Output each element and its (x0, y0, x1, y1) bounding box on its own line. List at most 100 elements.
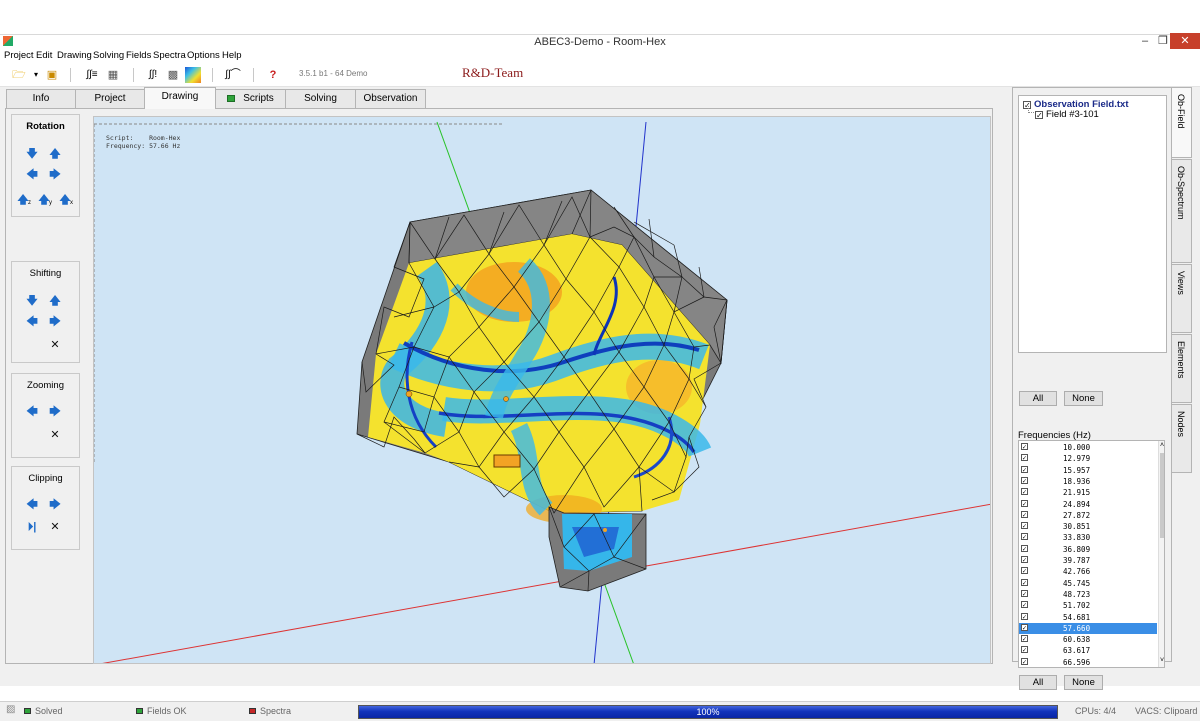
frequency-checkbox[interactable]: ✓ (1021, 533, 1028, 541)
frequency-checkbox[interactable]: ✓ (1021, 556, 1028, 564)
tab-observation[interactable]: Observation (355, 89, 426, 108)
frequency-row[interactable]: ✓ 42.766 (1019, 566, 1157, 577)
side-tab-elements[interactable]: Elements (1172, 334, 1192, 403)
field-checkbox[interactable]: ✓ (1035, 111, 1043, 120)
frequency-row[interactable]: ✓ 54.681 (1019, 612, 1157, 623)
help-icon[interactable]: ? (265, 67, 281, 83)
frequency-row[interactable]: ✓ 18.936 (1019, 476, 1157, 487)
frequency-checkbox[interactable]: ✓ (1021, 465, 1028, 473)
rotate-z-label: z (28, 200, 31, 206)
scroll-thumb[interactable] (1160, 453, 1164, 538)
menu-edit[interactable]: Edit (36, 49, 52, 63)
zoom-reset-button[interactable]: ✕ (48, 428, 62, 442)
menu-project[interactable]: Project (4, 49, 34, 63)
frequency-row[interactable]: ✓ 36.809 (1019, 544, 1157, 555)
shift-up-button[interactable]: 🡅 (48, 294, 62, 308)
frequency-checkbox[interactable]: ✓ (1021, 635, 1028, 643)
frequency-scrollbar[interactable]: ˄ ˅ (1158, 441, 1164, 667)
clip-forward-button[interactable]: 🡆 (48, 498, 62, 512)
zoom-out-button[interactable]: 🡄 (25, 405, 39, 419)
side-tab-ob-field[interactable]: Ob-Field (1172, 87, 1192, 158)
frequency-row[interactable]: ✓ 51.702 (1019, 600, 1157, 611)
integral-run-icon[interactable]: ∫∫! (145, 67, 161, 83)
frequency-checkbox[interactable]: ✓ (1021, 476, 1028, 484)
menu-spectra[interactable]: Spectra (153, 49, 186, 63)
menu-drawing[interactable]: Drawing (57, 49, 92, 63)
clip-end-button[interactable]: ⏵| (25, 520, 39, 534)
menu-fields[interactable]: Fields (126, 49, 151, 63)
frequency-checkbox[interactable]: ✓ (1021, 510, 1028, 518)
menu-help[interactable]: Help (222, 49, 242, 63)
frequency-checkbox[interactable]: ✓ (1021, 646, 1028, 654)
tab-scripts[interactable]: Scripts (215, 89, 286, 108)
frequency-row[interactable]: ✓ 45.745 (1019, 578, 1157, 589)
frequency-all-button[interactable]: All (1019, 675, 1057, 690)
frequency-row[interactable]: ✓ 21.915 (1019, 487, 1157, 498)
frequency-row[interactable]: ✓ 57.660 (1019, 622, 1157, 635)
tab-drawing[interactable]: Drawing (144, 87, 216, 109)
shift-right-button[interactable]: 🡆 (48, 315, 62, 329)
shift-left-button[interactable]: 🡄 (25, 315, 39, 329)
side-tab-views[interactable]: Views (1172, 264, 1192, 333)
tab-info[interactable]: Info (6, 89, 76, 108)
dropdown-arrow-icon[interactable]: ▾ (28, 67, 44, 83)
tab-solving[interactable]: Solving (285, 89, 356, 108)
open-folder-icon[interactable]: 🗁 (11, 67, 27, 83)
rotate-down-button[interactable]: 🡇 (25, 147, 39, 161)
frequency-checkbox[interactable]: ✓ (1021, 589, 1028, 597)
integral-list-icon[interactable]: ∫∫≡ (84, 67, 100, 83)
shift-reset-button[interactable]: ✕ (48, 338, 62, 352)
close-button[interactable]: ✕ (1170, 33, 1200, 49)
frequency-checkbox[interactable]: ✓ (1021, 623, 1028, 631)
frequency-row[interactable]: ✓ 39.787 (1019, 555, 1157, 566)
observation-none-button[interactable]: None (1064, 391, 1103, 406)
tab-project[interactable]: Project (75, 89, 145, 108)
shift-down-button[interactable]: 🡇 (25, 294, 39, 308)
frequency-row[interactable]: ✓ 15.957 (1019, 465, 1157, 476)
frequency-checkbox[interactable]: ✓ (1021, 522, 1028, 530)
side-tab-ob-spectrum[interactable]: Ob-Spectrum (1172, 159, 1192, 263)
frequency-row[interactable]: ✓ 63.617 (1019, 645, 1157, 656)
rotate-left-button[interactable]: 🡄 (25, 168, 39, 182)
field-mesh-icon[interactable]: ▩ (165, 67, 181, 83)
save-icon[interactable]: ▣ (44, 67, 60, 83)
clip-reset-button[interactable]: ✕ (48, 520, 62, 534)
frequency-row[interactable]: ✓ 66.596 (1019, 657, 1157, 667)
frequency-row[interactable]: ✓ 10.000 (1019, 442, 1157, 453)
zoom-in-button[interactable]: 🡆 (48, 405, 62, 419)
3d-viewport[interactable]: Script: Room-Hex Frequency: 57.66 Hz (93, 116, 991, 664)
frequency-checkbox[interactable]: ✓ (1021, 454, 1028, 462)
frequency-row[interactable]: ✓ 30.851 (1019, 521, 1157, 532)
observation-all-button[interactable]: All (1019, 391, 1057, 406)
frequency-row[interactable]: ✓ 33.830 (1019, 532, 1157, 543)
colormap-icon[interactable] (185, 67, 201, 83)
rotate-up-button[interactable]: 🡅 (48, 147, 62, 161)
frequency-checkbox[interactable]: ✓ (1021, 499, 1028, 507)
menu-solving[interactable]: Solving (93, 49, 124, 63)
frequency-row[interactable]: ✓ 24.894 (1019, 499, 1157, 510)
integral-spectrum-icon[interactable]: ∫∫⌒ (225, 67, 241, 83)
tab-drawing-label: Drawing (161, 91, 199, 102)
frequency-row[interactable]: ✓ 48.723 (1019, 589, 1157, 600)
frequency-row[interactable]: ✓ 60.638 (1019, 634, 1157, 645)
rotate-right-button[interactable]: 🡆 (48, 168, 62, 182)
frequency-checkbox[interactable]: ✓ (1021, 488, 1028, 496)
scroll-up-icon[interactable]: ˄ (1160, 442, 1164, 450)
frequency-list[interactable]: ✓ 10.000 ✓ 12.979 ✓ 15.957 ✓ 18.936 ✓ 21.915 ✓ 24.8… (1018, 440, 1165, 668)
frequency-row[interactable]: ✓ 12.979 (1019, 453, 1157, 464)
frequency-none-button[interactable]: None (1064, 675, 1103, 690)
frequency-checkbox[interactable]: ✓ (1021, 567, 1028, 575)
frequency-checkbox[interactable]: ✓ (1021, 443, 1028, 451)
frequency-checkbox[interactable]: ✓ (1021, 657, 1028, 665)
frequency-checkbox[interactable]: ✓ (1021, 612, 1028, 620)
frequency-checkbox[interactable]: ✓ (1021, 544, 1028, 552)
clip-back-button[interactable]: 🡄 (25, 498, 39, 512)
frequency-checkbox[interactable]: ✓ (1021, 578, 1028, 586)
mesh-icon[interactable]: ▦ (105, 67, 121, 83)
scroll-down-icon[interactable]: ˅ (1160, 657, 1164, 665)
side-tab-nodes[interactable]: Nodes (1172, 404, 1192, 473)
frequency-checkbox[interactable]: ✓ (1021, 601, 1028, 609)
menu-options[interactable]: Options (187, 49, 220, 63)
frequency-row[interactable]: ✓ 27.872 (1019, 510, 1157, 521)
field-item[interactable]: ✓ Field #3-101 (1035, 109, 1099, 120)
